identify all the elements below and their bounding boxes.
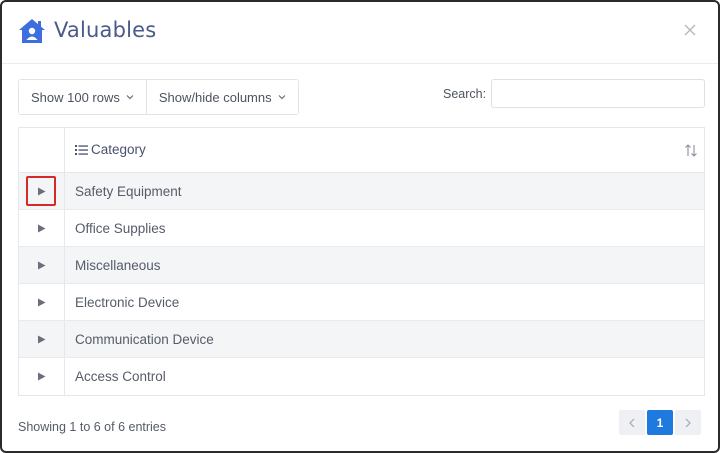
row-control-cell: [19, 247, 65, 283]
valuables-table: Category Safety Equipment Office Supplie…: [18, 127, 705, 396]
row-control-cell: [19, 173, 65, 209]
show-hide-columns-button[interactable]: Show/hide columns: [145, 80, 298, 114]
table-row[interactable]: Safety Equipment: [19, 173, 704, 210]
category-cell: Safety Equipment: [75, 184, 182, 199]
table-info: Showing 1 to 6 of 6 entries: [18, 420, 167, 434]
search-input[interactable]: [491, 79, 705, 108]
chevron-right-icon: [685, 418, 691, 427]
pagination: 1: [619, 410, 701, 435]
row-control-cell: [19, 321, 65, 357]
sort-icon[interactable]: [684, 143, 698, 158]
caret-right-icon: [37, 224, 45, 232]
caret-right-icon: [37, 335, 45, 343]
table-row[interactable]: Electronic Device: [19, 284, 704, 321]
search-label: Search:: [443, 87, 487, 101]
category-cell: Miscellaneous: [75, 258, 161, 273]
expand-row-button[interactable]: [26, 176, 56, 206]
show-hide-columns-label: Show/hide columns: [158, 89, 272, 105]
row-control-cell: [19, 210, 65, 246]
caret-right-icon: [37, 261, 45, 269]
caret-right-icon: [37, 372, 45, 380]
category-cell: Electronic Device: [75, 295, 180, 310]
chevron-down-icon: [126, 95, 134, 100]
list-icon: [75, 144, 88, 155]
page-button[interactable]: 1: [647, 410, 673, 435]
expand-row-button[interactable]: [26, 250, 56, 280]
row-control-cell: [19, 358, 65, 395]
category-cell: Access Control: [75, 369, 166, 384]
chevron-down-icon: [278, 95, 286, 100]
expand-row-button[interactable]: [26, 287, 56, 317]
category-column-header[interactable]: Category: [75, 142, 146, 157]
modal-header: Valuables: [2, 2, 718, 64]
table-row[interactable]: Access Control: [19, 358, 704, 395]
caret-right-icon: [37, 187, 45, 195]
category-header-label: Category: [91, 142, 146, 157]
home-user-icon: [19, 19, 45, 43]
table-row[interactable]: Communication Device: [19, 321, 704, 358]
table-header: Category: [19, 128, 704, 173]
next-page-button[interactable]: [675, 410, 701, 435]
table-row[interactable]: Miscellaneous: [19, 247, 704, 284]
expand-row-button[interactable]: [26, 324, 56, 354]
modal-title: Valuables: [54, 18, 157, 42]
expand-row-button[interactable]: [26, 361, 56, 391]
show-rows-label: Show 100 rows: [31, 89, 120, 105]
table-row[interactable]: Office Supplies: [19, 210, 704, 247]
caret-right-icon: [37, 298, 45, 306]
chevron-left-icon: [629, 418, 635, 427]
table-toolbar-buttons: Show 100 rows Show/hide columns: [18, 79, 299, 115]
valuables-modal: Valuables Show 100 rows Show/hide column…: [0, 0, 720, 453]
category-cell: Communication Device: [75, 332, 214, 347]
control-column-header: [19, 128, 65, 173]
previous-page-button[interactable]: [619, 410, 645, 435]
row-control-cell: [19, 284, 65, 320]
show-rows-button[interactable]: Show 100 rows: [19, 80, 146, 114]
close-icon[interactable]: [682, 22, 698, 38]
expand-row-button[interactable]: [26, 213, 56, 243]
category-cell: Office Supplies: [75, 221, 166, 236]
